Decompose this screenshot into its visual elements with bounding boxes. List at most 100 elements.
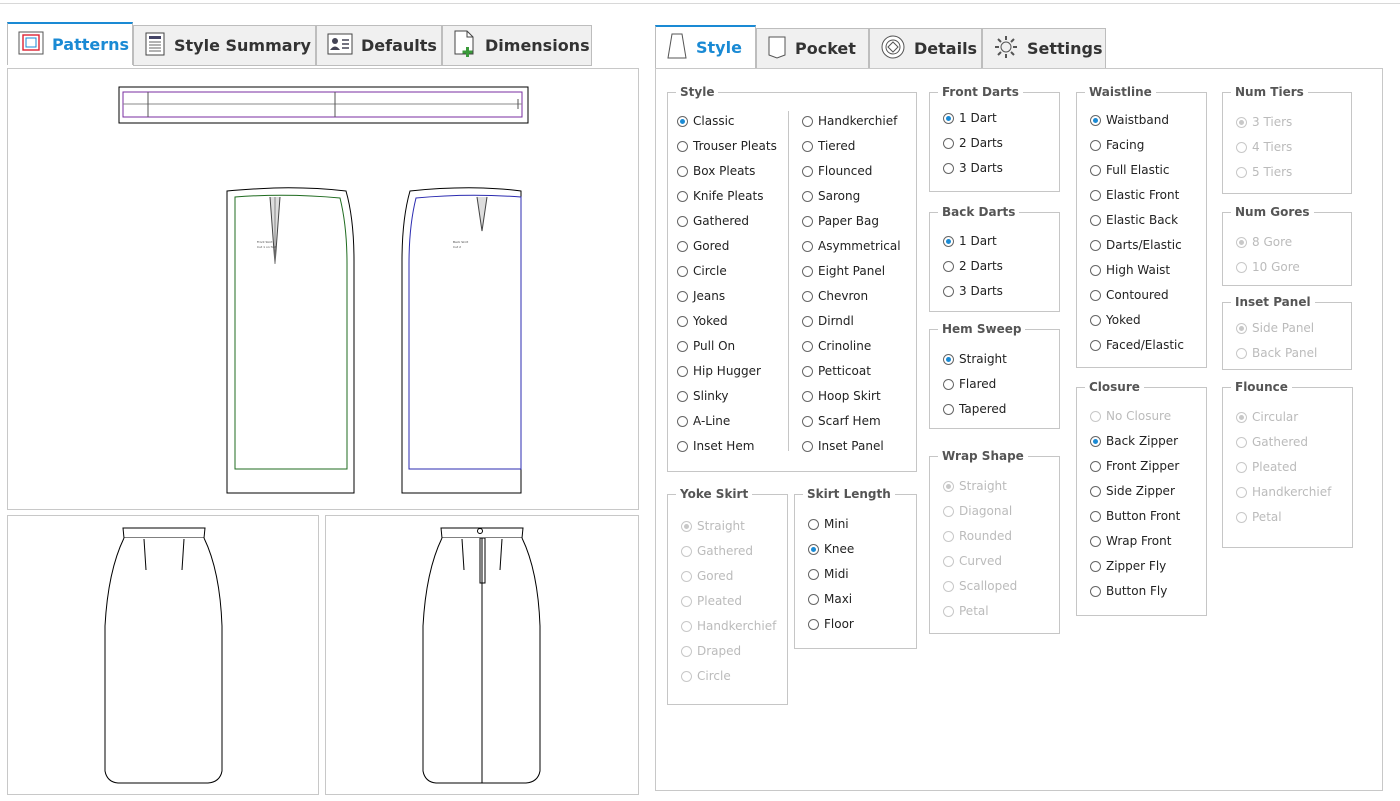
radio-option-tapered[interactable]: Tapered	[943, 401, 1006, 417]
radio-button[interactable]	[943, 378, 954, 390]
radio-option-inset-panel[interactable]: Inset Panel	[802, 438, 884, 454]
radio-option-2-darts[interactable]: 2 Darts	[943, 258, 1003, 274]
tab-style[interactable]: Style	[655, 25, 756, 68]
tab-style-summary[interactable]: Style Summary	[133, 25, 316, 65]
radio-button[interactable]	[802, 290, 813, 302]
radio-option-front-zipper[interactable]: Front Zipper	[1090, 458, 1179, 474]
tab-settings[interactable]: Settings	[982, 28, 1106, 68]
radio-button[interactable]	[1090, 289, 1101, 301]
radio-button[interactable]	[802, 215, 813, 227]
radio-option-yoked[interactable]: Yoked	[1090, 312, 1141, 328]
radio-option-faced-elastic[interactable]: Faced/Elastic	[1090, 337, 1184, 353]
radio-option-dirndl[interactable]: Dirndl	[802, 313, 854, 329]
radio-option-hoop-skirt[interactable]: Hoop Skirt	[802, 388, 881, 404]
radio-option-scarf-hem[interactable]: Scarf Hem	[802, 413, 881, 429]
radio-button[interactable]	[677, 190, 688, 202]
radio-button[interactable]	[1090, 435, 1101, 447]
radio-button[interactable]	[802, 365, 813, 377]
radio-option-eight-panel[interactable]: Eight Panel	[802, 263, 885, 279]
radio-option-facing[interactable]: Facing	[1090, 137, 1144, 153]
radio-option-maxi[interactable]: Maxi	[808, 591, 852, 607]
radio-button[interactable]	[1090, 460, 1101, 472]
radio-option-a-line[interactable]: A-Line	[677, 413, 730, 429]
radio-button[interactable]	[677, 390, 688, 402]
radio-option-straight[interactable]: Straight	[943, 351, 1007, 367]
radio-button[interactable]	[1090, 585, 1101, 597]
radio-button[interactable]	[943, 353, 954, 365]
radio-button[interactable]	[943, 403, 954, 415]
radio-option-handkerchief[interactable]: Handkerchief	[802, 113, 897, 129]
radio-button[interactable]	[677, 340, 688, 352]
radio-option-yoked[interactable]: Yoked	[677, 313, 728, 329]
radio-option-3-darts[interactable]: 3 Darts	[943, 283, 1003, 299]
radio-option-gored[interactable]: Gored	[677, 238, 729, 254]
radio-button[interactable]	[802, 440, 813, 452]
radio-option-hip-hugger[interactable]: Hip Hugger	[677, 363, 761, 379]
radio-button[interactable]	[802, 390, 813, 402]
radio-button[interactable]	[677, 440, 688, 452]
radio-button[interactable]	[808, 593, 819, 605]
radio-option-button-fly[interactable]: Button Fly	[1090, 583, 1167, 599]
radio-option-crinoline[interactable]: Crinoline	[802, 338, 871, 354]
radio-option-wrap-front[interactable]: Wrap Front	[1090, 533, 1171, 549]
radio-option-slinky[interactable]: Slinky	[677, 388, 729, 404]
radio-option-classic[interactable]: Classic	[677, 113, 735, 129]
radio-option-2-darts[interactable]: 2 Darts	[943, 135, 1003, 151]
radio-button[interactable]	[802, 115, 813, 127]
radio-button[interactable]	[808, 543, 819, 555]
radio-option-side-zipper[interactable]: Side Zipper	[1090, 483, 1175, 499]
radio-button[interactable]	[1090, 189, 1101, 201]
radio-button[interactable]	[677, 415, 688, 427]
radio-option-paper-bag[interactable]: Paper Bag	[802, 213, 879, 229]
radio-button[interactable]	[808, 618, 819, 630]
radio-button[interactable]	[1090, 535, 1101, 547]
radio-option-elastic-front[interactable]: Elastic Front	[1090, 187, 1179, 203]
radio-option-box-pleats[interactable]: Box Pleats	[677, 163, 755, 179]
radio-option-flared[interactable]: Flared	[943, 376, 996, 392]
radio-button[interactable]	[677, 115, 688, 127]
radio-option-midi[interactable]: Midi	[808, 566, 849, 582]
radio-option-inset-hem[interactable]: Inset Hem	[677, 438, 754, 454]
radio-button[interactable]	[677, 265, 688, 277]
radio-button[interactable]	[1090, 114, 1101, 126]
radio-button[interactable]	[802, 340, 813, 352]
radio-button[interactable]	[943, 235, 954, 247]
radio-button[interactable]	[943, 137, 954, 149]
radio-button[interactable]	[802, 240, 813, 252]
radio-button[interactable]	[677, 240, 688, 252]
radio-option-back-zipper[interactable]: Back Zipper	[1090, 433, 1178, 449]
radio-option-sarong[interactable]: Sarong	[802, 188, 860, 204]
radio-button[interactable]	[1090, 339, 1101, 351]
radio-option-1-dart[interactable]: 1 Dart	[943, 233, 997, 249]
radio-button[interactable]	[677, 315, 688, 327]
radio-button[interactable]	[677, 290, 688, 302]
tab-patterns[interactable]: Patterns	[7, 22, 133, 65]
radio-button[interactable]	[808, 518, 819, 530]
tab-dimensions[interactable]: Dimensions	[442, 25, 592, 65]
radio-option-pull-on[interactable]: Pull On	[677, 338, 735, 354]
radio-option-elastic-back[interactable]: Elastic Back	[1090, 212, 1178, 228]
radio-option-asymmetrical[interactable]: Asymmetrical	[802, 238, 901, 254]
radio-option-zipper-fly[interactable]: Zipper Fly	[1090, 558, 1166, 574]
radio-button[interactable]	[802, 265, 813, 277]
radio-button[interactable]	[802, 140, 813, 152]
radio-option-chevron[interactable]: Chevron	[802, 288, 868, 304]
radio-option-contoured[interactable]: Contoured	[1090, 287, 1169, 303]
radio-button[interactable]	[1090, 510, 1101, 522]
radio-button[interactable]	[1090, 264, 1101, 276]
radio-option-3-darts[interactable]: 3 Darts	[943, 160, 1003, 176]
radio-button[interactable]	[808, 568, 819, 580]
radio-button[interactable]	[677, 140, 688, 152]
radio-button[interactable]	[943, 260, 954, 272]
radio-option-waistband[interactable]: Waistband	[1090, 112, 1169, 128]
radio-option-petticoat[interactable]: Petticoat	[802, 363, 871, 379]
radio-option-knife-pleats[interactable]: Knife Pleats	[677, 188, 764, 204]
radio-option-trouser-pleats[interactable]: Trouser Pleats	[677, 138, 777, 154]
radio-option-jeans[interactable]: Jeans	[677, 288, 725, 304]
radio-button[interactable]	[677, 165, 688, 177]
radio-option-circle[interactable]: Circle	[677, 263, 727, 279]
radio-button[interactable]	[1090, 239, 1101, 251]
radio-option-1-dart[interactable]: 1 Dart	[943, 110, 997, 126]
tab-defaults[interactable]: Defaults	[316, 25, 442, 65]
radio-button[interactable]	[943, 285, 954, 297]
